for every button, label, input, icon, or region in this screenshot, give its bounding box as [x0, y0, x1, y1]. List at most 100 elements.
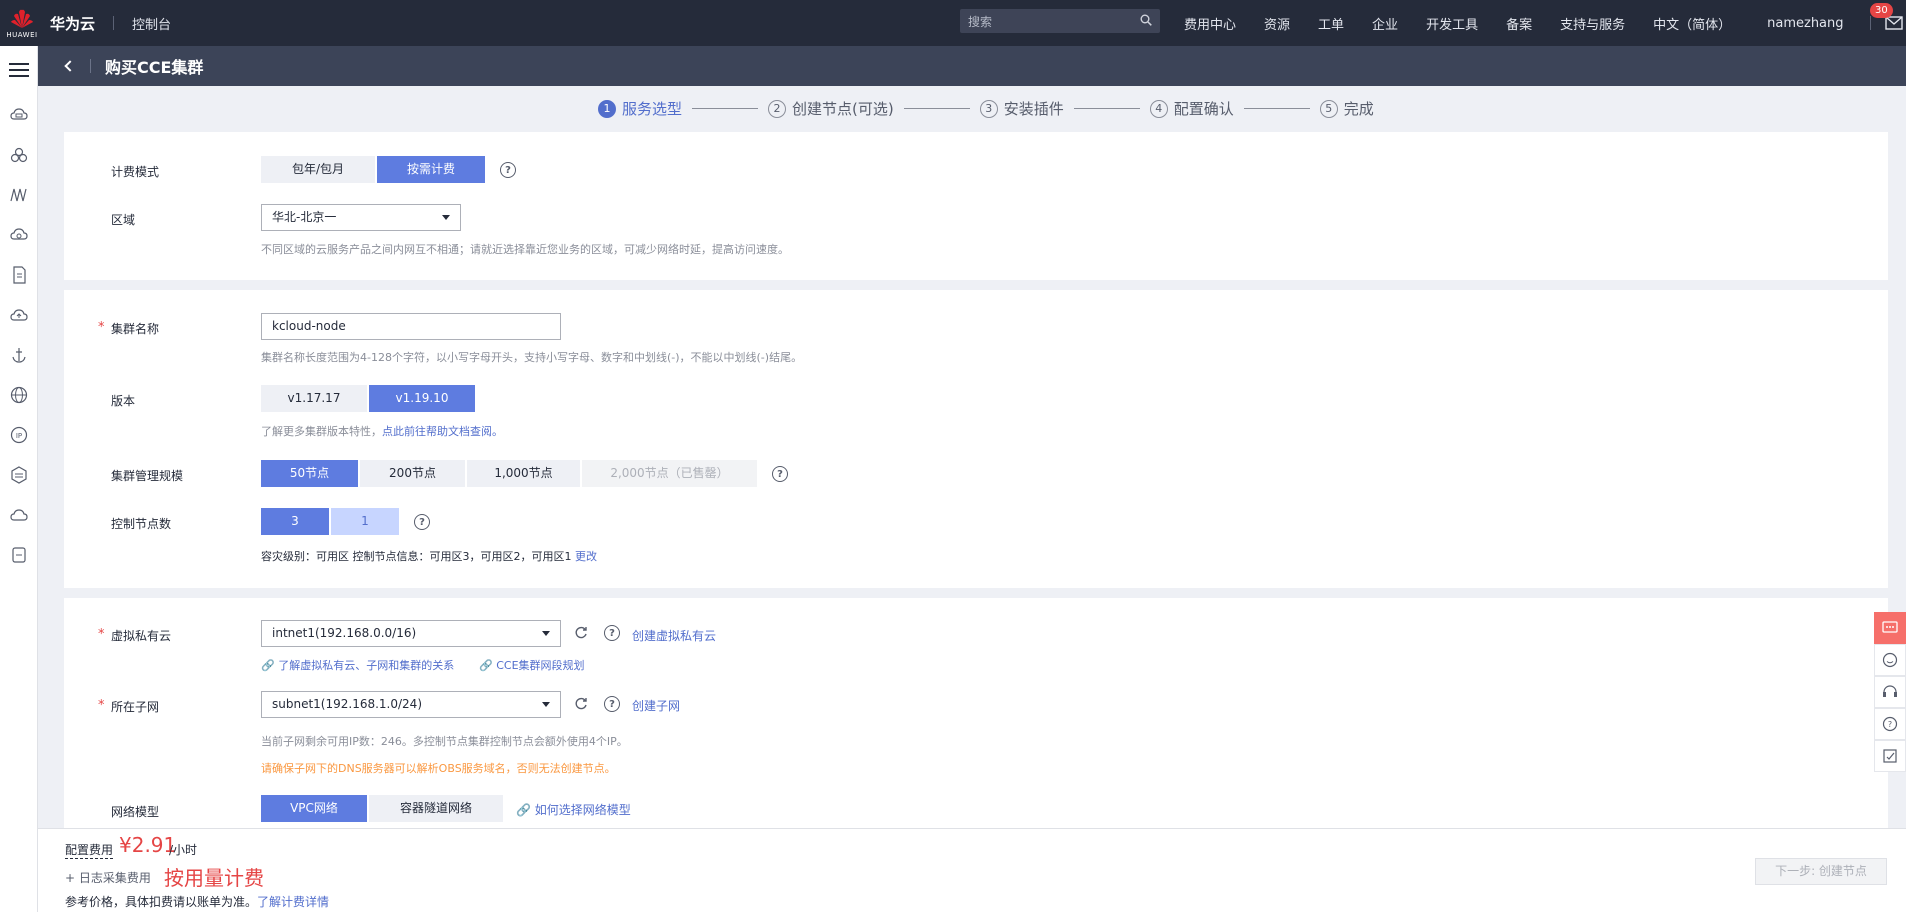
vpc-select[interactable]: intnet1(192.168.0.0/16) [261, 620, 561, 647]
price-unit: /小时 [169, 843, 198, 857]
step-number: 5 [1319, 99, 1338, 118]
version-docs-link[interactable]: 点此前往帮助文档查阅。 [382, 425, 503, 438]
help-icon[interactable]: ? [604, 625, 620, 641]
change-az-link[interactable]: 更改 [575, 550, 597, 563]
help-icon[interactable]: ? [604, 696, 620, 712]
cce-icon[interactable] [10, 146, 28, 164]
scale-option-200[interactable]: 200节点 [360, 460, 465, 487]
nav-tickets[interactable]: 工单 [1318, 14, 1344, 33]
cce-cidr-plan-link[interactable]: 🔗 CCE集群网段规划 [479, 657, 585, 673]
nav-dev-tools[interactable]: 开发工具 [1426, 14, 1478, 33]
back-icon[interactable] [64, 60, 76, 72]
region-select[interactable]: 华北-北京一 [261, 204, 461, 231]
language-switch[interactable]: 中文（简体） [1653, 14, 1731, 33]
vpc-relation-link[interactable]: 🔗 了解虚拟私有云、子网和集群的关系 [261, 657, 454, 673]
help-icon[interactable]: ? [500, 162, 516, 178]
network-model-selector: VPC网络 容器隧道网络 [261, 795, 505, 822]
help-icon[interactable]: ? [414, 514, 430, 530]
huawei-logo[interactable]: HUAWEI [0, 0, 44, 46]
service-sidebar: IP [0, 46, 38, 912]
version-label: 版本 [111, 394, 136, 408]
version-option-v1-19[interactable]: v1.19.10 [369, 385, 475, 412]
next-create-node-button[interactable]: 下一步: 创建节点 [1755, 858, 1887, 885]
console-link[interactable]: 控制台 [132, 14, 171, 33]
search-input[interactable]: 搜索 [960, 9, 1160, 33]
svg-text:IP: IP [16, 432, 22, 440]
master-option-1[interactable]: 1 [331, 508, 399, 535]
create-vpc-link[interactable]: 创建虚拟私有云 [632, 627, 716, 644]
scale-label: 集群管理规模 [111, 469, 184, 483]
step-connector [692, 108, 759, 109]
mail-icon[interactable] [1884, 16, 1903, 30]
billing-option-yearly-monthly[interactable]: 包年/包月 [261, 156, 375, 183]
headset-icon [1883, 685, 1897, 697]
search-placeholder: 搜索 [968, 14, 993, 29]
step-label: 安装插件 [1003, 100, 1064, 118]
network-option-tunnel[interactable]: 容器隧道网络 [369, 795, 503, 822]
step-label: 配置确认 [1173, 100, 1234, 118]
step-done: 5 完成 [1319, 98, 1374, 119]
scale-option-1000[interactable]: 1,000节点 [467, 460, 580, 487]
brand-name[interactable]: 华为云 [50, 13, 95, 34]
survey-button[interactable] [1874, 740, 1906, 772]
nav-support[interactable]: 支持与服务 [1560, 14, 1625, 33]
nav-resources[interactable]: 资源 [1264, 14, 1290, 33]
customer-service-button[interactable] [1874, 676, 1906, 708]
smile-button[interactable] [1874, 644, 1906, 676]
cce-cidr-plan-link-text: CCE集群网段规划 [496, 659, 585, 672]
network-config-panel: * 虚拟私有云 intnet1(192.168.0.0/16) ? 创建虚拟私有… [64, 598, 1888, 828]
network-model-help-link[interactable]: 🔗 如何选择网络模型 [516, 801, 631, 818]
help-icon[interactable]: ? [772, 466, 788, 482]
monitor-icon[interactable] [10, 186, 28, 204]
log-fee-label[interactable]: + 日志采集费用 [65, 869, 151, 886]
nav-enterprise[interactable]: 企业 [1372, 14, 1398, 33]
refresh-icon[interactable] [574, 697, 588, 711]
chevron-down-icon [442, 215, 450, 220]
region-label: 区域 [111, 213, 136, 227]
cloud-storage-icon[interactable] [10, 226, 28, 244]
globe-icon[interactable] [10, 386, 28, 404]
cluster-name-value: kcloud-node [272, 319, 346, 333]
master-option-3[interactable]: 3 [261, 508, 329, 535]
step-label: 完成 [1343, 100, 1374, 118]
subnet-ip-hint: 当前子网剩余可用IP数：246。多控制节点集群控制节点会额外使用4个IP。 [261, 735, 628, 748]
plus-icon: + [65, 871, 76, 885]
user-menu[interactable]: namezhang [1767, 16, 1843, 31]
help-button[interactable]: ? [1874, 708, 1906, 740]
chat-icon [1882, 621, 1898, 633]
anchor-icon[interactable] [10, 346, 28, 364]
nav-icp[interactable]: 备案 [1506, 14, 1532, 33]
chevron-down-icon [542, 702, 550, 707]
menu-icon[interactable] [9, 62, 29, 78]
feedback-chat-button[interactable] [1874, 612, 1906, 644]
step-label: 创建节点(可选) [792, 100, 894, 118]
billing-details-link[interactable]: 了解计费详情 [257, 895, 329, 909]
version-selector: v1.17.17 v1.19.10 [261, 385, 477, 412]
create-subnet-link[interactable]: 创建子网 [632, 697, 680, 714]
search-icon[interactable] [1140, 14, 1152, 26]
cluster-name-input[interactable]: kcloud-node [261, 313, 561, 340]
network-model-label: 网络模型 [111, 805, 160, 819]
cloud-icon[interactable] [10, 506, 28, 524]
nav-billing-center[interactable]: 费用中心 [1184, 14, 1236, 33]
subnet-select[interactable]: subnet1(192.168.1.0/24) [261, 691, 561, 718]
step-number: 3 [979, 99, 998, 118]
scale-option-50[interactable]: 50节点 [261, 460, 358, 487]
price-footer: 配置费用 ¥2.91 /小时 + 日志采集费用 按用量计费 参考价格，具体扣费请… [38, 828, 1906, 912]
version-option-v1-17[interactable]: v1.17.17 [261, 385, 367, 412]
subnet-value: subnet1(192.168.1.0/24) [272, 697, 422, 711]
billing-option-pay-per-use[interactable]: 按需计费 [377, 156, 485, 183]
ip-icon[interactable]: IP [10, 426, 28, 444]
cloud-server-icon[interactable] [10, 106, 28, 124]
cloud-upload-icon[interactable] [10, 306, 28, 324]
document-icon[interactable] [10, 266, 28, 284]
scale-selector: 50节点 200节点 1,000节点 2,000节点（已售罄） [261, 460, 759, 487]
step-number: 4 [1149, 99, 1168, 118]
smile-icon [1882, 652, 1898, 668]
config-fee-label[interactable]: 配置费用 [65, 841, 114, 859]
security-group-icon[interactable] [10, 466, 28, 484]
chevron-down-icon [542, 631, 550, 636]
database-icon[interactable] [10, 546, 28, 564]
network-option-vpc[interactable]: VPC网络 [261, 795, 367, 822]
refresh-icon[interactable] [574, 626, 588, 640]
